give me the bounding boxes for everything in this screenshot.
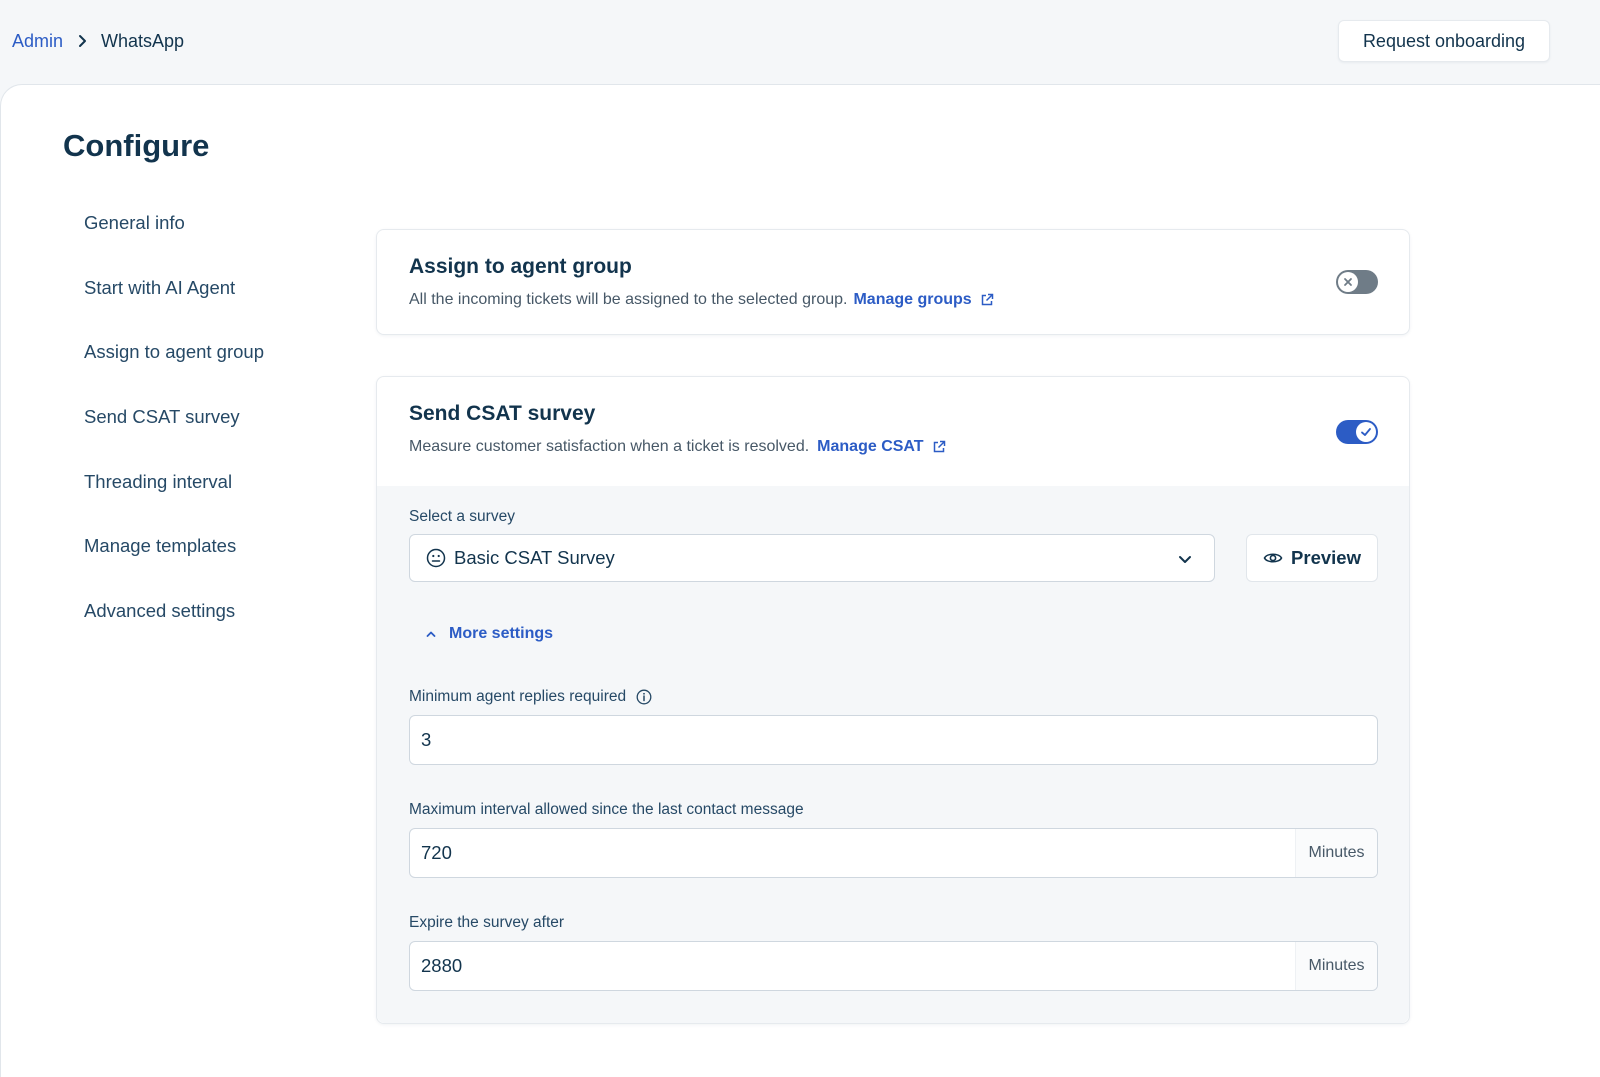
request-onboarding-button[interactable]: Request onboarding bbox=[1338, 20, 1550, 62]
nav-item-threading-interval[interactable]: Threading interval bbox=[84, 471, 264, 536]
nav-item-manage-templates[interactable]: Manage templates bbox=[84, 535, 264, 600]
expire-survey-input[interactable]: 2880 Minutes bbox=[409, 941, 1378, 991]
send-csat-survey-toggle[interactable] bbox=[1336, 420, 1378, 444]
manage-csat-link-label: Manage CSAT bbox=[817, 438, 924, 455]
nav-item-advanced-settings[interactable]: Advanced settings bbox=[84, 600, 264, 665]
assign-agent-group-title: Assign to agent group bbox=[409, 255, 632, 278]
min-agent-replies-label-text: Minimum agent replies required bbox=[409, 688, 627, 705]
check-icon bbox=[1361, 428, 1371, 436]
manage-groups-link-label: Manage groups bbox=[853, 291, 972, 308]
min-agent-replies-label: Minimum agent replies required bbox=[409, 688, 652, 706]
expire-survey-unit: Minutes bbox=[1295, 942, 1377, 990]
preview-button[interactable]: Preview bbox=[1246, 534, 1378, 582]
eye-icon bbox=[1263, 553, 1283, 563]
breadcrumb: Admin WhatsApp bbox=[12, 30, 184, 52]
neutral-face-icon bbox=[426, 548, 446, 568]
more-settings-label: More settings bbox=[449, 625, 554, 642]
send-csat-survey-description: Measure customer satisfaction when a tic… bbox=[409, 438, 946, 456]
top-bar: Admin WhatsApp Request onboarding bbox=[0, 0, 1600, 84]
max-interval-label: Maximum interval allowed since the last … bbox=[409, 801, 804, 818]
survey-select-value: Basic CSAT Survey bbox=[454, 547, 615, 568]
send-csat-survey-description-text: Measure customer satisfaction when a tic… bbox=[409, 438, 810, 455]
toggle-knob bbox=[1356, 422, 1376, 442]
expire-survey-label: Expire the survey after bbox=[409, 914, 565, 931]
assign-agent-group-toggle[interactable] bbox=[1336, 270, 1378, 294]
nav-item-assign-to-agent-group[interactable]: Assign to agent group bbox=[84, 341, 264, 406]
max-interval-value: 720 bbox=[421, 842, 452, 863]
more-settings-toggle[interactable]: More settings bbox=[425, 625, 553, 643]
min-agent-replies-input[interactable]: 3 bbox=[409, 715, 1378, 765]
survey-select[interactable]: Basic CSAT Survey bbox=[409, 534, 1215, 582]
external-link-icon bbox=[981, 293, 993, 306]
min-agent-replies-value: 3 bbox=[421, 729, 432, 750]
info-icon[interactable] bbox=[636, 689, 652, 705]
select-survey-label: Select a survey bbox=[409, 508, 515, 525]
manage-csat-link[interactable]: Manage CSAT bbox=[817, 438, 945, 456]
nav-item-general-info[interactable]: General info bbox=[84, 212, 264, 277]
chevron-up-icon bbox=[426, 631, 436, 637]
breadcrumb-current: WhatsApp bbox=[101, 30, 185, 51]
nav-item-send-csat-survey[interactable]: Send CSAT survey bbox=[84, 406, 264, 471]
manage-groups-link[interactable]: Manage groups bbox=[853, 291, 993, 309]
expire-survey-value: 2880 bbox=[421, 955, 463, 976]
send-csat-survey-card: Send CSAT survey Measure customer satisf… bbox=[376, 376, 1410, 1024]
section-nav: General info Start with AI Agent Assign … bbox=[84, 212, 264, 665]
chevron-down-icon bbox=[1179, 556, 1191, 563]
assign-agent-group-description-text: All the incoming tickets will be assigne… bbox=[409, 291, 848, 308]
assign-agent-group-description: All the incoming tickets will be assigne… bbox=[409, 291, 994, 309]
nav-item-start-with-ai-agent[interactable]: Start with AI Agent bbox=[84, 277, 264, 342]
toggle-knob bbox=[1338, 272, 1358, 292]
chevron-right-icon bbox=[71, 30, 93, 52]
assign-agent-group-card: Assign to agent group All the incoming t… bbox=[376, 229, 1410, 335]
preview-button-label: Preview bbox=[1291, 547, 1361, 568]
max-interval-input[interactable]: 720 Minutes bbox=[409, 828, 1378, 878]
breadcrumb-admin-link[interactable]: Admin bbox=[12, 31, 63, 52]
send-csat-survey-title: Send CSAT survey bbox=[409, 402, 596, 425]
close-icon bbox=[1344, 278, 1352, 286]
max-interval-unit: Minutes bbox=[1295, 829, 1377, 877]
external-link-icon bbox=[933, 440, 945, 453]
page-title: Configure bbox=[63, 128, 210, 163]
csat-settings-panel: Select a survey Basic CSAT Survey Previe… bbox=[377, 486, 1409, 1023]
